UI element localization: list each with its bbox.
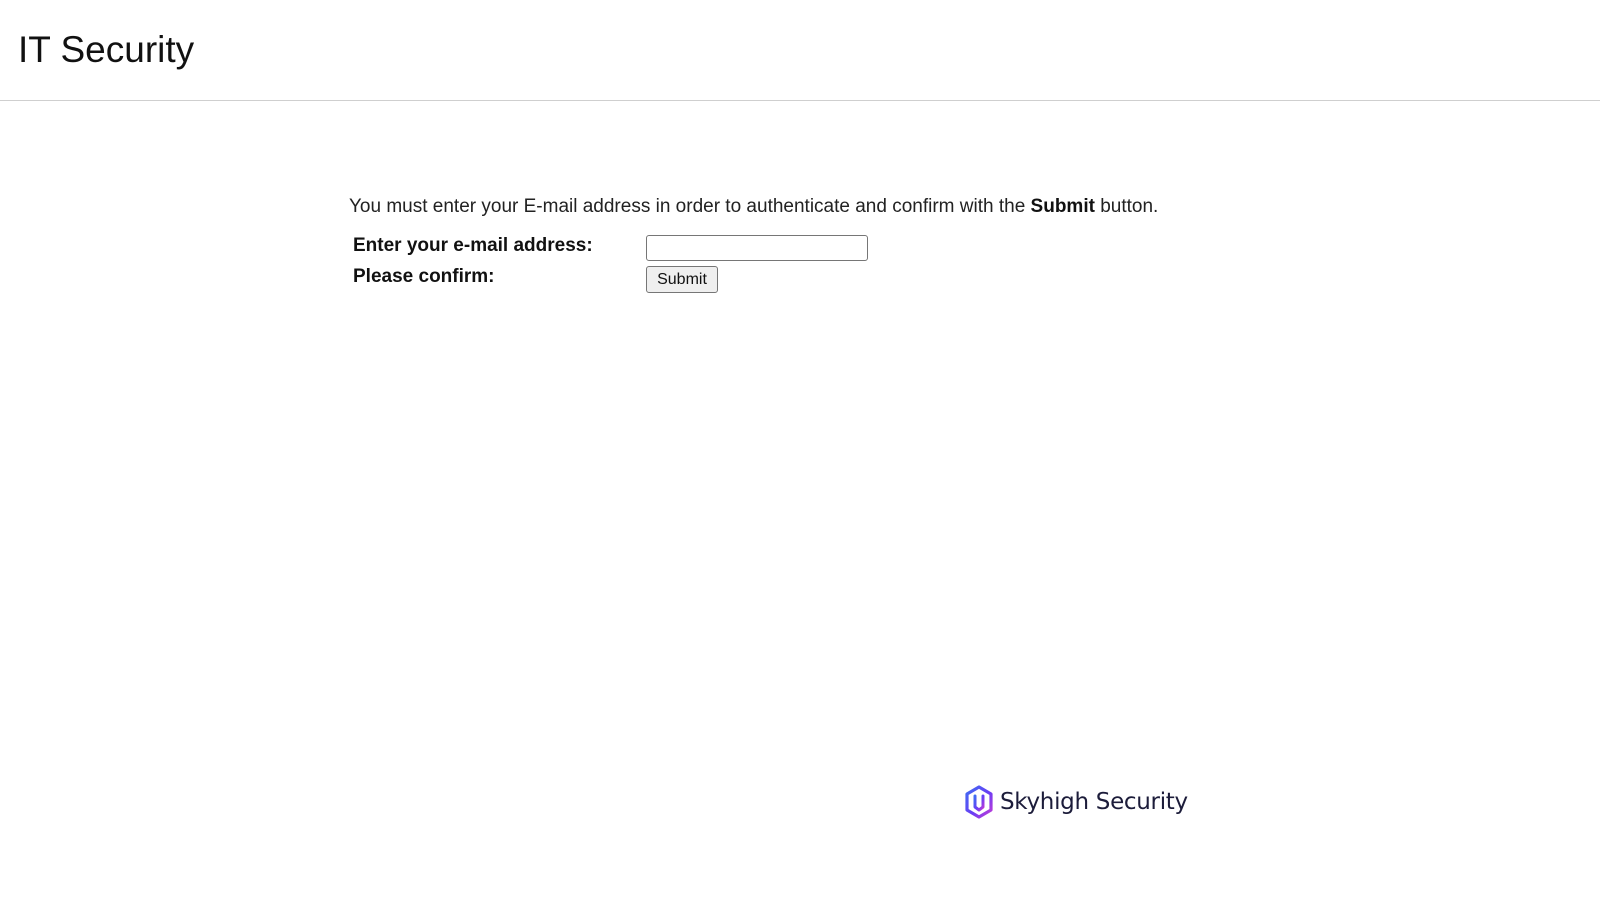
auth-page: IT Security You must enter your E-mail a…	[0, 0, 1600, 900]
instruction-text: You must enter your E-mail address in or…	[349, 194, 1158, 220]
email-input[interactable]	[646, 235, 868, 261]
submit-button[interactable]: Submit	[646, 266, 718, 293]
instruction-suffix: button.	[1094, 196, 1159, 217]
instruction-submit-emphasis: Submit	[1030, 196, 1095, 217]
confirm-label: Please confirm:	[353, 266, 495, 287]
page-title: IT Security	[18, 29, 195, 70]
brand-name: Skyhigh Security	[1000, 789, 1188, 815]
brand-logo: Skyhigh Security	[964, 785, 1188, 819]
skyhigh-shield-logo-icon	[965, 785, 993, 819]
page-header: IT Security	[0, 0, 1600, 101]
email-label: Enter your e-mail address:	[353, 235, 593, 256]
instruction-prefix: You must enter your E-mail address in or…	[349, 196, 1031, 217]
